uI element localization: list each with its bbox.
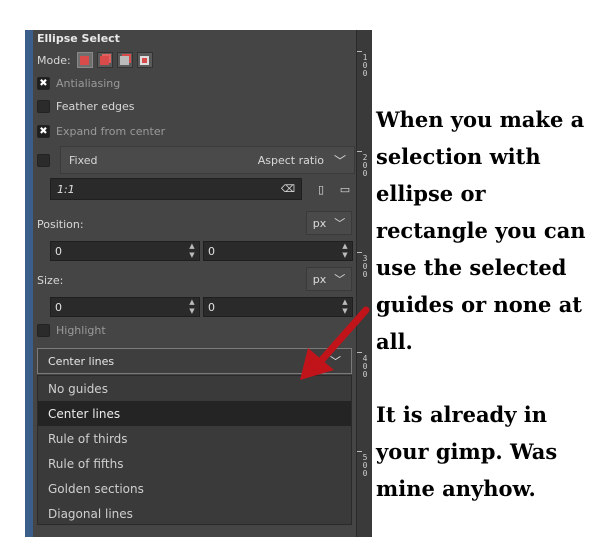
size-w-input[interactable]: 0 ▲ ▼ bbox=[50, 297, 200, 317]
mode-intersect-button[interactable] bbox=[136, 52, 153, 68]
antialiasing-label: Antialiasing bbox=[56, 77, 121, 90]
mode-replace-button[interactable] bbox=[76, 52, 93, 68]
guides-menu: No guides Center lines Rule of thirds Ru… bbox=[37, 375, 352, 525]
mode-add-button[interactable] bbox=[96, 52, 113, 68]
position-x-input[interactable]: 0 ▲ ▼ bbox=[50, 241, 200, 261]
position-unit-value: px bbox=[312, 216, 327, 230]
position-unit-select[interactable]: px ﹀ bbox=[306, 211, 352, 235]
window-edge bbox=[25, 30, 33, 537]
expand-row[interactable]: ✖ Expand from center bbox=[37, 125, 165, 138]
expand-checkbox[interactable]: ✖ bbox=[37, 125, 50, 138]
mode-subtract-button[interactable] bbox=[116, 52, 133, 68]
menu-item-center-lines[interactable]: Center lines bbox=[38, 401, 351, 426]
fixed-checkbox[interactable] bbox=[37, 153, 50, 167]
red-arrow-icon bbox=[300, 306, 370, 380]
guides-selected: Center lines bbox=[48, 354, 115, 368]
landscape-icon[interactable]: ▭ bbox=[338, 182, 352, 196]
ratio-value: 1:1 bbox=[57, 182, 75, 196]
mode-label: Mode: bbox=[37, 53, 71, 67]
menu-item-diagonal-lines[interactable]: Diagonal lines bbox=[38, 501, 351, 526]
fixed-label: Fixed bbox=[69, 153, 98, 167]
annotation-text-1: When you make a selection with ellipse o… bbox=[376, 107, 586, 354]
ratio-input[interactable]: 1:1 ⌫ bbox=[50, 178, 302, 200]
highlight-row[interactable]: Highlight bbox=[37, 324, 106, 337]
antialiasing-row[interactable]: ✖ Antialiasing bbox=[37, 77, 120, 90]
ratio-row: 1:1 ⌫ ▯ ▭ bbox=[50, 178, 356, 200]
clear-icon[interactable]: ⌫ bbox=[281, 184, 295, 195]
replace-icon bbox=[80, 55, 90, 65]
size-label: Size: bbox=[37, 274, 64, 287]
size-h-value: 0 bbox=[208, 300, 215, 314]
panel-title: Ellipse Select bbox=[37, 32, 120, 45]
ruler-mark: 5 0 0 bbox=[357, 451, 373, 478]
intersect-icon bbox=[140, 55, 150, 65]
aspect-ratio-label: Aspect ratio bbox=[257, 153, 324, 167]
position-y-value: 0 bbox=[208, 244, 215, 258]
highlight-checkbox[interactable] bbox=[37, 324, 50, 337]
highlight-label: Highlight bbox=[56, 324, 106, 337]
spin-arrows-icon[interactable]: ▲ ▼ bbox=[187, 299, 197, 315]
portrait-icon[interactable]: ▯ bbox=[314, 182, 328, 196]
chevron-down-icon: ﹀ bbox=[334, 273, 346, 286]
position-y-input[interactable]: 0 ▲ ▼ bbox=[203, 241, 353, 261]
menu-item-golden-sections[interactable]: Golden sections bbox=[38, 476, 351, 501]
size-unit-select[interactable]: px ﹀ bbox=[306, 267, 352, 291]
mode-row: Mode: bbox=[37, 52, 157, 68]
fixed-row: Fixed Aspect ratio ﹀ bbox=[37, 146, 355, 174]
spin-arrows-icon[interactable]: ▲ ▼ bbox=[340, 243, 350, 259]
feather-label: Feather edges bbox=[56, 100, 135, 113]
ruler-mark: 3 0 0 bbox=[357, 252, 373, 279]
subtract-icon bbox=[120, 55, 130, 65]
menu-item-rule-of-fifths[interactable]: Rule of fifths bbox=[38, 451, 351, 476]
position-label: Position: bbox=[37, 218, 84, 231]
size-w-value: 0 bbox=[55, 300, 62, 314]
fixed-mode-dropdown[interactable]: Fixed Aspect ratio ﹀ bbox=[60, 146, 355, 174]
size-unit-value: px bbox=[312, 272, 327, 286]
feather-checkbox[interactable] bbox=[37, 100, 50, 113]
chevron-down-icon: ﹀ bbox=[333, 153, 346, 168]
antialiasing-checkbox[interactable]: ✖ bbox=[37, 77, 50, 90]
position-x-value: 0 bbox=[55, 244, 62, 258]
arrow-shaft bbox=[316, 306, 370, 366]
tool-options-panel: Ellipse Select Mode: ✖ Antialiasing Feat… bbox=[33, 30, 356, 537]
annotation-text-2: It is already in your gimp. Was mine any… bbox=[376, 402, 558, 501]
ruler-mark: 1 0 0 bbox=[357, 51, 373, 78]
menu-item-rule-of-thirds[interactable]: Rule of thirds bbox=[38, 426, 351, 451]
add-icon bbox=[100, 55, 110, 65]
vertical-ruler: 1 0 0 2 0 0 3 0 0 4 0 0 5 0 0 bbox=[356, 30, 372, 537]
spin-arrows-icon[interactable]: ▲ ▼ bbox=[187, 243, 197, 259]
feather-row[interactable]: Feather edges bbox=[37, 100, 135, 113]
chevron-down-icon: ﹀ bbox=[334, 217, 346, 230]
expand-label: Expand from center bbox=[56, 125, 166, 138]
ruler-mark: 2 0 0 bbox=[357, 151, 373, 178]
